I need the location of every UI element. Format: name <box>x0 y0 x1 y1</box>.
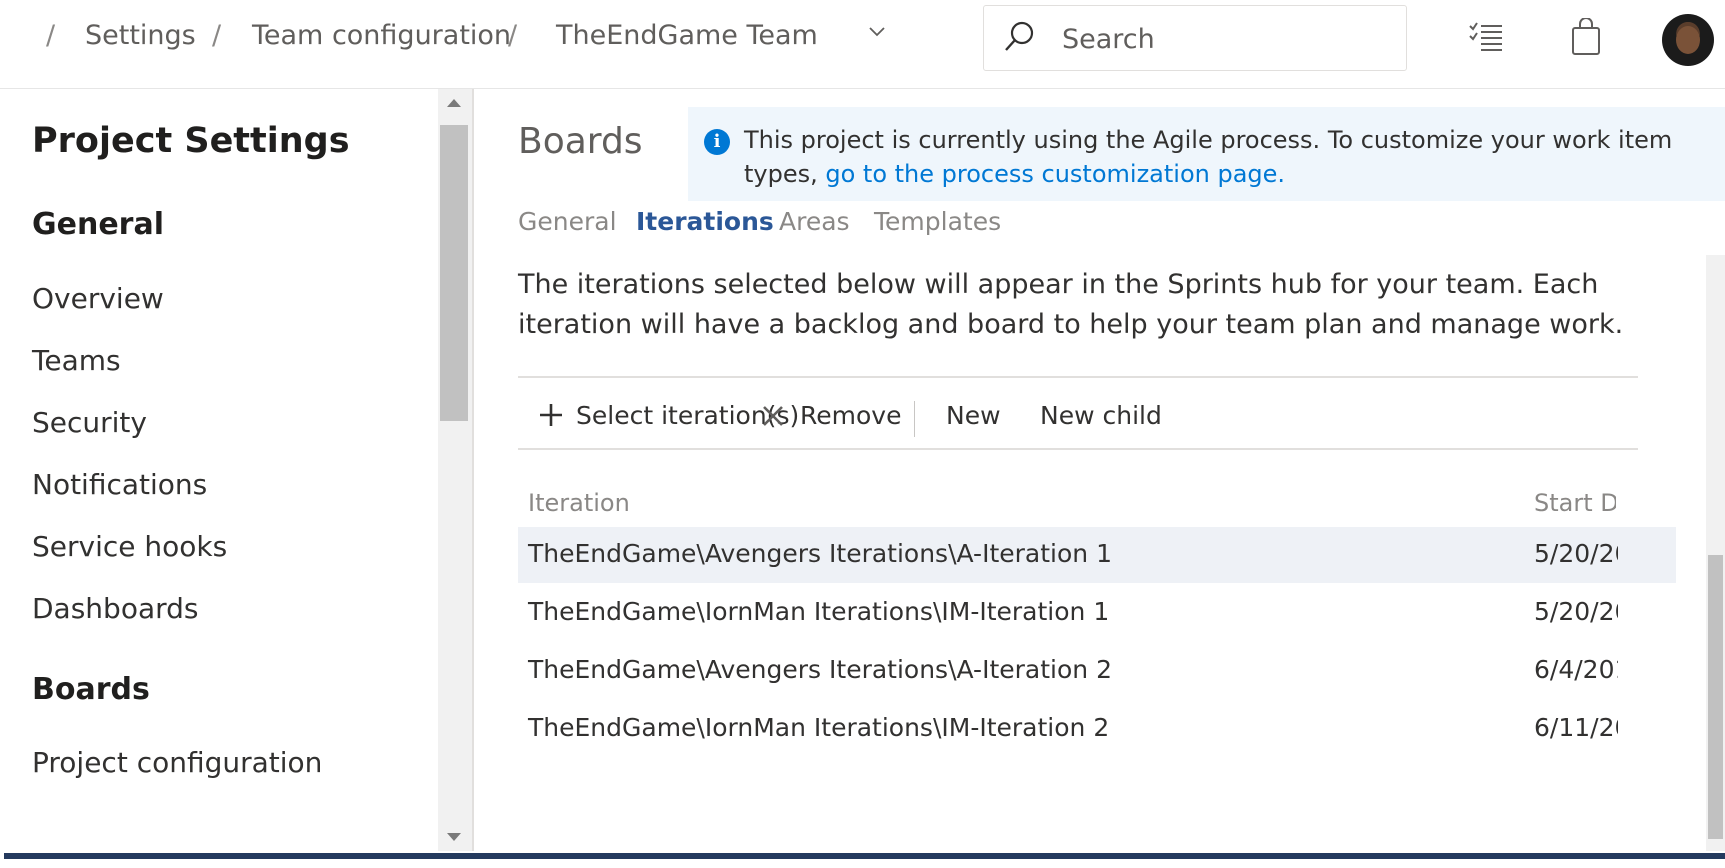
content-scrollbar[interactable] <box>1706 255 1725 851</box>
sidebar-item-overview[interactable]: Overview <box>32 282 164 315</box>
sidebar-item-project-configuration[interactable]: Project configuration <box>32 746 322 779</box>
sidebar-section-general: General <box>32 207 164 242</box>
breadcrumb-separator: / <box>212 20 222 51</box>
sidebar-item-teams[interactable]: Teams <box>32 344 121 377</box>
info-banner: i This project is currently using the Ag… <box>688 107 1725 201</box>
iteration-path: TheEndGame\Avengers Iterations\A-Iterati… <box>528 539 1112 568</box>
start-date: 5/20/20 <box>1534 597 1618 626</box>
scrollbar-thumb[interactable] <box>1708 555 1723 839</box>
sidebar-section-boards: Boards <box>32 672 150 707</box>
tab-iterations[interactable]: Iterations <box>636 207 774 236</box>
column-header-start-date[interactable]: Start Da <box>1534 489 1616 517</box>
iteration-path: TheEndGame\Avengers Iterations\A-Iterati… <box>528 655 1112 684</box>
iterations-description: The iterations selected below will appea… <box>518 269 1624 340</box>
column-header-iteration[interactable]: Iteration <box>528 489 630 517</box>
remove-label: Remove <box>800 401 902 430</box>
breadcrumb-separator: / <box>46 20 56 51</box>
tab-templates[interactable]: Templates <box>874 207 1001 236</box>
start-date: 6/11/20 <box>1534 713 1618 742</box>
sidebar-item-service-hooks[interactable]: Service hooks <box>32 530 227 563</box>
start-date: 6/4/201 <box>1534 655 1618 684</box>
search-icon <box>1002 20 1036 58</box>
iteration-path: TheEndGame\IornMan Iterations\IM-Iterati… <box>528 713 1110 742</box>
breadcrumb-team-configuration[interactable]: Team configuration <box>252 20 511 51</box>
close-icon <box>763 406 783 426</box>
toolbar-top-divider <box>518 376 1638 378</box>
banner-message: This project is currently using the Agil… <box>744 123 1724 191</box>
select-iterations-button[interactable]: Select iteration(s) <box>518 401 799 430</box>
sidebar-item-dashboards[interactable]: Dashboards <box>32 592 199 625</box>
search-input[interactable]: Search <box>1062 24 1155 55</box>
shopping-bag-icon[interactable] <box>1570 17 1602 60</box>
search-box[interactable]: Search <box>983 5 1407 71</box>
new-child-button[interactable]: New child <box>1040 401 1162 430</box>
top-header: / Settings / Team configuration / TheEnd… <box>0 0 1725 89</box>
toolbar-separator <box>914 401 915 437</box>
table-row[interactable]: TheEndGame\Avengers Iterations\A-Iterati… <box>518 527 1676 583</box>
page-title: Boards <box>518 121 643 162</box>
sidebar-item-security[interactable]: Security <box>32 406 147 439</box>
tab-general[interactable]: General <box>518 207 617 236</box>
sidebar-scrollbar[interactable] <box>438 89 472 851</box>
table-row[interactable]: TheEndGame\IornMan Iterations\IM-Iterati… <box>518 701 1676 757</box>
sidebar-item-notifications[interactable]: Notifications <box>32 468 207 501</box>
avatar[interactable] <box>1662 14 1714 66</box>
bottom-border <box>0 851 1725 868</box>
start-date: 5/20/20 <box>1534 539 1618 568</box>
table-row[interactable]: TheEndGame\Avengers Iterations\A-Iterati… <box>518 643 1676 699</box>
plus-icon <box>540 404 562 426</box>
checklist-icon[interactable] <box>1468 20 1504 58</box>
tab-areas[interactable]: Areas <box>779 207 850 236</box>
remove-button[interactable]: Remove <box>762 401 901 430</box>
new-button[interactable]: New <box>946 401 1001 430</box>
process-customization-link[interactable]: go to the process customization page. <box>825 160 1285 188</box>
sidebar: Project Settings General Overview Teams … <box>0 89 438 851</box>
table-row[interactable]: TheEndGame\IornMan Iterations\IM-Iterati… <box>518 585 1676 641</box>
breadcrumb-team-selector[interactable]: TheEndGame Team <box>556 20 818 51</box>
chevron-down-icon[interactable] <box>868 24 886 43</box>
breadcrumb-settings[interactable]: Settings <box>85 20 196 51</box>
sidebar-title: Project Settings <box>32 121 350 161</box>
breadcrumb-separator: / <box>508 20 518 51</box>
iteration-path: TheEndGame\IornMan Iterations\IM-Iterati… <box>528 597 1110 626</box>
toolbar-bottom-divider <box>518 448 1638 450</box>
scrollbar-thumb[interactable] <box>440 125 468 421</box>
scroll-up-arrow-icon[interactable] <box>447 99 461 107</box>
main-content: Boards i This project is currently using… <box>474 89 1725 851</box>
info-icon: i <box>704 129 730 155</box>
scroll-down-arrow-icon[interactable] <box>447 833 461 841</box>
